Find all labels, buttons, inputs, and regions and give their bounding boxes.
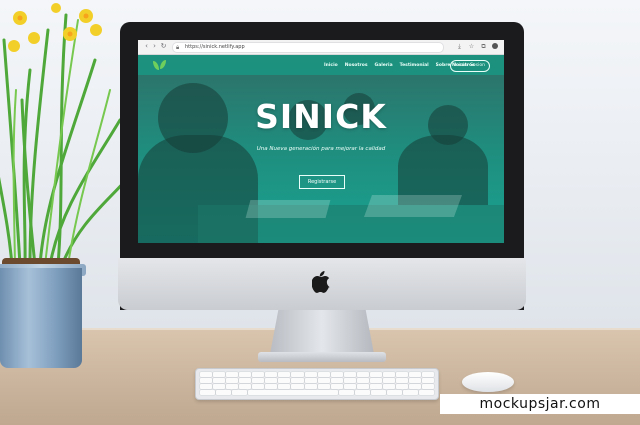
login-button[interactable]: Iniciar Sesion [450,60,490,72]
exam-paper [363,195,463,217]
url-text: https://sinick.netlify.app [185,44,245,50]
browser-toolbar: ‹ › ↻ 🔒︎ https://sinick.netlify.app ⤓ ☆ … [138,40,504,55]
reload-icon[interactable]: ↻ [159,42,168,51]
extension-icon[interactable]: ⧉ [480,43,487,50]
apple-logo-icon [311,271,331,293]
sinick-logo[interactable] [150,59,170,71]
keyboard-row [200,390,434,395]
potted-plant [0,0,140,370]
mouse [462,372,514,392]
keyboard [195,368,439,400]
monitor-stand-base [258,352,386,362]
keyboard-row [200,372,435,377]
website-page: Inicio Nosotros Galeria Testimonial Sobr… [138,55,504,243]
leaf-icon [153,61,159,70]
keyboard-row [200,384,435,389]
classroom-desk [198,205,504,243]
watermark: mockupsjar.com [440,394,640,414]
arrow-right-icon[interactable]: › [150,42,159,51]
keyboard-row [200,378,435,383]
flower-pot [0,268,82,368]
download-icon[interactable]: ⤓ [456,43,463,50]
star-icon[interactable]: ☆ [468,43,475,50]
nav-item-nosotros[interactable]: Nosotros [345,63,368,68]
hero-title: SINICK [255,97,387,136]
plant-leaves-icon [0,3,137,267]
address-bar[interactable]: 🔒︎ https://sinick.netlify.app [172,42,444,53]
nav-item-inicio[interactable]: Inicio [324,63,338,68]
site-navbar: Inicio Nosotros Galeria Testimonial Sobr… [138,55,504,75]
nav-item-galeria[interactable]: Galeria [375,63,393,68]
monitor-screen: ‹ › ↻ 🔒︎ https://sinick.netlify.app ⤓ ☆ … [138,40,504,243]
nav-item-testimonial[interactable]: Testimonial [400,63,429,68]
lock-icon: 🔒︎ [176,44,180,51]
monitor-stand [270,310,374,354]
register-button[interactable]: Registrarse [299,175,345,189]
profile-avatar[interactable] [492,43,498,49]
hero-subtitle: Una Nueva generación para mejorar la cal… [256,146,386,152]
exam-paper [245,200,331,218]
apple-logo-icon [311,271,330,293]
leaf-icon [160,60,166,69]
